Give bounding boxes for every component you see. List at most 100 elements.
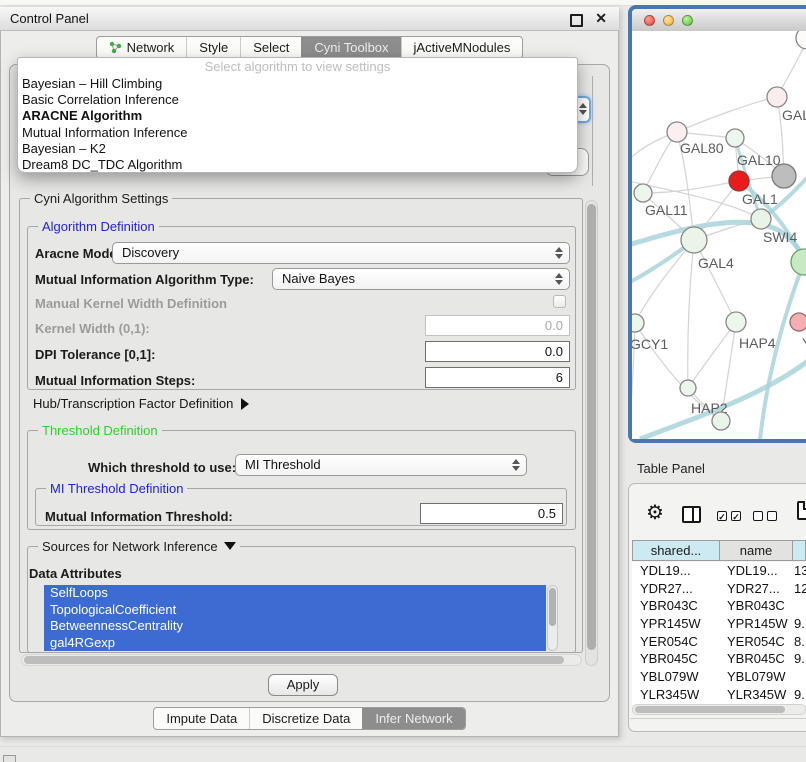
algorithm-option[interactable]: Bayesian – Hill Climbing — [18, 76, 577, 92]
network-node-GAL10[interactable] — [726, 129, 744, 147]
mi-algorithm-type-combo[interactable]: Naive Bayes — [272, 268, 570, 290]
network-node-Y[interactable] — [790, 313, 806, 331]
aracne-mode-combo[interactable]: Discovery — [112, 242, 570, 264]
table-row[interactable]: YBR045CYBR045C9. — [632, 650, 806, 668]
gear-icon[interactable]: ⚙ — [646, 503, 664, 523]
data-attribute-item[interactable]: BetweennessCentrality — [44, 618, 546, 635]
bottom-tab-group: Impute Data Discretize Data Infer Networ… — [153, 707, 465, 730]
minimize-traffic-light[interactable] — [663, 15, 674, 26]
page-icon[interactable] — [797, 501, 806, 520]
kernel-width-label: Kernel Width (0,1): — [35, 321, 150, 336]
table-cell: 8. — [790, 633, 806, 651]
combo-spinner-icon — [555, 273, 563, 285]
network-window-titlebar[interactable] — [632, 9, 806, 32]
data-attribute-item[interactable]: gal4RGexp — [44, 635, 546, 652]
manual-kernel-width-label: Manual Kernel Width Definition — [35, 296, 227, 311]
checked-checkbox-icon[interactable]: ✓ — [717, 511, 727, 521]
column-header-partial[interactable] — [793, 540, 806, 561]
column-header-shared[interactable]: shared... — [632, 540, 720, 561]
network-node-GAL11[interactable] — [634, 184, 652, 202]
tab-cyni-toolbox[interactable]: Cyni Toolbox — [301, 37, 400, 58]
settings-horizontal-scrollbar[interactable] — [21, 654, 582, 666]
network-node-unlabeled-0[interactable] — [796, 31, 806, 49]
data-attribute-item[interactable]: TopologicalCoefficient — [44, 602, 546, 619]
table-cell: YDR27... — [632, 580, 718, 598]
mi-steps-field[interactable]: 6 — [425, 367, 570, 388]
tab-style-label: Style — [199, 37, 228, 58]
dpi-tolerance-field[interactable]: 0.0 — [425, 341, 570, 362]
table-row[interactable]: YPR145WYPR145W9. — [632, 615, 806, 633]
network-node-GAL1[interactable] — [729, 171, 749, 191]
column-view-icon[interactable] — [682, 506, 701, 523]
network-node-HAP4[interactable] — [726, 312, 746, 332]
close-traffic-light[interactable] — [644, 15, 655, 26]
table-row[interactable]: YLR345WYLR345W9. — [632, 686, 806, 704]
data-attribute-item[interactable]: SelfLoops — [44, 585, 546, 602]
checked-checkbox-icon[interactable]: ✓ — [731, 511, 741, 521]
hub-transcription-label: Hub/Transcription Factor Definition — [33, 396, 233, 411]
control-panel-titlebar[interactable]: Control Panel ✕ — [0, 7, 619, 31]
network-node-GCY1[interactable] — [632, 314, 644, 332]
attributes-scrollbar-thumb[interactable] — [549, 588, 556, 626]
algorithm-option[interactable]: Basic Correlation Inference — [18, 92, 577, 108]
mutual-information-threshold-field[interactable]: 0.5 — [420, 503, 563, 524]
node-label: SWI4 — [763, 229, 797, 245]
apply-button[interactable]: Apply — [268, 674, 338, 696]
network-node-GAL80[interactable] — [667, 122, 687, 142]
attributes-scrollbar[interactable] — [547, 585, 558, 651]
network-node-unlabeled-9[interactable] — [791, 249, 806, 275]
network-node-unlabeled-14[interactable] — [712, 412, 730, 430]
table-cell: YBL079W — [718, 668, 790, 686]
table-horizontal-scrollbar-thumb[interactable] — [635, 706, 785, 713]
close-window-icon[interactable]: ✕ — [595, 7, 607, 30]
hub-transcription-expander[interactable]: Hub/Transcription Factor Definition — [33, 395, 249, 413]
bottom-left-widget[interactable] — [3, 755, 16, 762]
data-attributes-list[interactable]: SelfLoopsTopologicalCoefficientBetweenne… — [44, 585, 546, 651]
table-cell: YER054C — [718, 633, 790, 651]
tab-select[interactable]: Select — [240, 37, 301, 58]
tab-infer-network[interactable]: Infer Network — [362, 708, 464, 729]
table-cell: 9. — [790, 650, 806, 668]
manual-kernel-width-checkbox[interactable] — [553, 295, 566, 308]
algorithm-option[interactable]: Bayesian – K2 — [18, 141, 577, 157]
tab-jactivemnodules[interactable]: jActiveMNodules — [401, 37, 523, 58]
sources-group-label[interactable]: Sources for Network Inference — [38, 539, 240, 554]
tab-style[interactable]: Style — [186, 37, 240, 58]
unchecked-checkbox-icon[interactable] — [767, 511, 777, 521]
network-node-unlabeled-4[interactable] — [772, 164, 796, 188]
float-window-icon[interactable] — [570, 14, 583, 27]
mi-threshold-definition-label: MI Threshold Definition — [46, 481, 187, 496]
node-label: GAL1 — [742, 191, 778, 207]
table-row[interactable]: YBL079WYBL079W — [632, 668, 806, 686]
tab-discretize-data[interactable]: Discretize Data — [249, 708, 362, 729]
table-row[interactable]: YBR043CYBR043C — [632, 597, 806, 615]
sources-title: Sources for Network Inference — [42, 539, 218, 554]
zoom-traffic-light[interactable] — [682, 15, 693, 26]
table-row[interactable]: YDL19...YDL19...13 — [632, 562, 806, 580]
tab-impute-data[interactable]: Impute Data — [154, 708, 249, 729]
node-label: GAL4 — [698, 255, 734, 271]
algorithm-option[interactable]: Dream8 DC_TDC Algorithm — [18, 157, 577, 173]
which-threshold-combo[interactable]: MI Threshold — [235, 454, 527, 476]
algorithm-option[interactable]: ARACNE Algorithm — [18, 108, 577, 124]
unchecked-checkbox-icon[interactable] — [753, 511, 763, 521]
mi-algorithm-type-label: Mutual Information Algorithm Type: — [35, 272, 254, 287]
settings-vertical-scrollbar[interactable] — [585, 200, 598, 666]
table-row[interactable]: YDR27...YDR27...12 — [632, 580, 806, 598]
network-node-SWI4[interactable] — [751, 209, 771, 229]
network-node-HAP2[interactable] — [680, 380, 696, 396]
table-horizontal-scrollbar[interactable] — [632, 704, 806, 715]
settings-horizontal-scrollbar-thumb[interactable] — [24, 656, 564, 664]
kernel-width-field[interactable]: 0.0 — [425, 315, 570, 336]
network-node-GAL[interactable] — [767, 87, 787, 107]
tab-network[interactable]: Network — [97, 37, 187, 58]
settings-vertical-scrollbar-thumb[interactable] — [587, 204, 596, 650]
algorithm-option[interactable]: Mutual Information Inference — [18, 125, 577, 141]
table-row[interactable]: YER054CYER054C8. — [632, 633, 806, 651]
table-header: shared... name — [632, 540, 806, 561]
network-node-GAL4[interactable] — [681, 227, 707, 253]
network-canvas[interactable]: GALGAL80GAL10GAL1GAL11SWI4GAL4GCY1HAP4YH… — [632, 31, 806, 439]
column-header-name[interactable]: name — [720, 540, 793, 561]
table-panel-title: Table Panel — [637, 461, 705, 476]
bottom-divider — [0, 746, 806, 747]
